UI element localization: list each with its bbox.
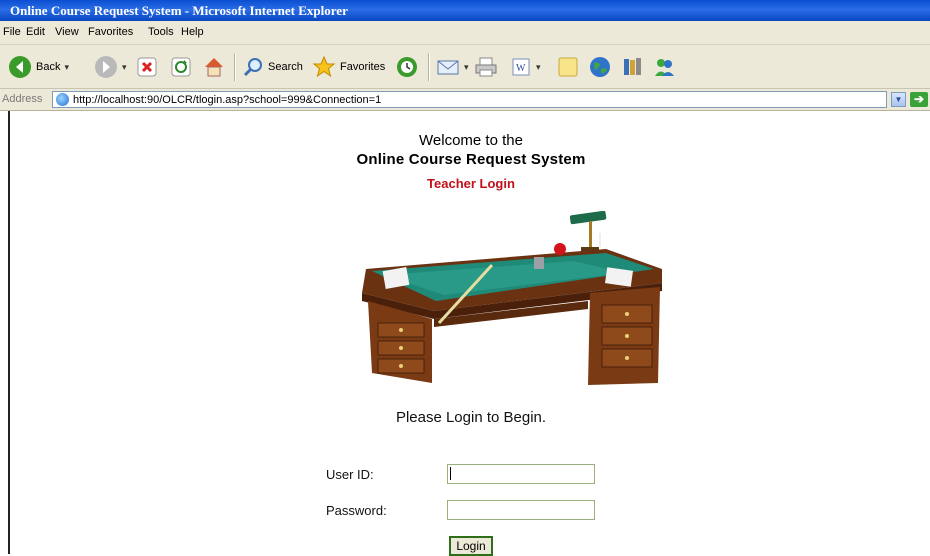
login-button[interactable]: Login [449, 536, 493, 556]
browser-window: Online Course Request System - Microsoft… [0, 0, 930, 556]
mail-icon [437, 60, 459, 75]
star-icon [312, 55, 336, 78]
menu-favorites[interactable]: Favorites [88, 26, 133, 38]
stop-button[interactable] [136, 54, 158, 80]
address-input[interactable]: http://localhost:90/OLCR/tlogin.asp?scho… [52, 91, 887, 108]
back-button[interactable]: Back ▾ [8, 54, 69, 80]
title-bar[interactable]: Online Course Request System - Microsoft… [0, 0, 930, 21]
forward-arrow-icon [95, 56, 117, 78]
search-icon [243, 58, 262, 77]
password-label: Password: [326, 503, 387, 518]
globe-button[interactable] [588, 54, 612, 80]
teacher-login-heading: Teacher Login [427, 176, 515, 191]
books-icon [624, 58, 641, 75]
svg-text:W: W [516, 63, 526, 74]
address-url: http://localhost:90/OLCR/tlogin.asp?scho… [73, 94, 382, 106]
edit-button[interactable]: W ▾ [510, 54, 541, 80]
toolbar: Back ▾ ▾ Search Favorites ▾ W ▾ [0, 45, 930, 89]
discuss-button[interactable] [556, 54, 580, 80]
messenger-icon [655, 59, 674, 76]
forward-dropdown-icon[interactable]: ▾ [122, 62, 127, 73]
toolbar-separator [428, 53, 430, 81]
welcome-line-1: Welcome to the [419, 132, 523, 149]
menu-edit[interactable]: Edit [26, 26, 45, 38]
history-button[interactable] [395, 54, 419, 80]
toolbar-separator [234, 53, 236, 81]
globe-icon [590, 57, 610, 77]
home-button[interactable] [202, 54, 226, 80]
mail-dropdown-icon[interactable]: ▾ [464, 62, 469, 73]
address-bar: Address http://localhost:90/OLCR/tlogin.… [0, 89, 930, 111]
menu-file[interactable]: File [3, 26, 21, 38]
messenger-button[interactable] [652, 54, 676, 80]
edit-dropdown-icon[interactable]: ▾ [536, 62, 541, 73]
favorites-label: Favorites [340, 61, 386, 73]
password-input[interactable] [447, 500, 595, 520]
note-icon [558, 57, 578, 77]
word-edit-icon: W [512, 58, 530, 76]
userid-label: User ID: [326, 467, 374, 482]
text-caret [450, 467, 451, 480]
back-label: Back [36, 61, 61, 73]
research-button[interactable] [620, 54, 644, 80]
login-prompt: Please Login to Begin. [395, 409, 547, 426]
page-title: Online Course Request System [356, 151, 586, 168]
menu-tools[interactable]: Tools [148, 26, 174, 38]
refresh-button[interactable] [170, 54, 192, 80]
favorites-button[interactable]: Favorites [312, 54, 385, 80]
address-label: Address [2, 93, 43, 105]
back-dropdown-icon[interactable]: ▾ [64, 62, 69, 73]
ie-page-icon [56, 93, 69, 106]
print-button[interactable] [474, 54, 498, 80]
mail-button[interactable]: ▾ [436, 54, 469, 80]
search-button[interactable]: Search [242, 54, 303, 80]
refresh-icon [171, 57, 191, 77]
menu-help[interactable]: Help [181, 26, 204, 38]
userid-input[interactable] [447, 464, 595, 484]
forward-button[interactable]: ▾ [94, 54, 127, 80]
go-arrow-icon[interactable]: ➔ [910, 92, 928, 107]
search-label: Search [268, 61, 303, 73]
stop-icon [137, 57, 157, 77]
printer-icon [475, 57, 497, 77]
page-content: Welcome to the Online Course Request Sys… [8, 111, 930, 556]
menu-bar: File Edit View Favorites Tools Help [0, 21, 930, 45]
home-icon [205, 58, 223, 77]
history-icon [397, 57, 417, 77]
desk-illustration [362, 211, 662, 385]
menu-view[interactable]: View [55, 26, 79, 38]
back-arrow-icon [9, 56, 31, 78]
address-dropdown-icon[interactable]: ▼ [891, 92, 906, 107]
userid-field-wrap [447, 464, 595, 484]
window-title: Online Course Request System - Microsoft… [10, 3, 348, 18]
